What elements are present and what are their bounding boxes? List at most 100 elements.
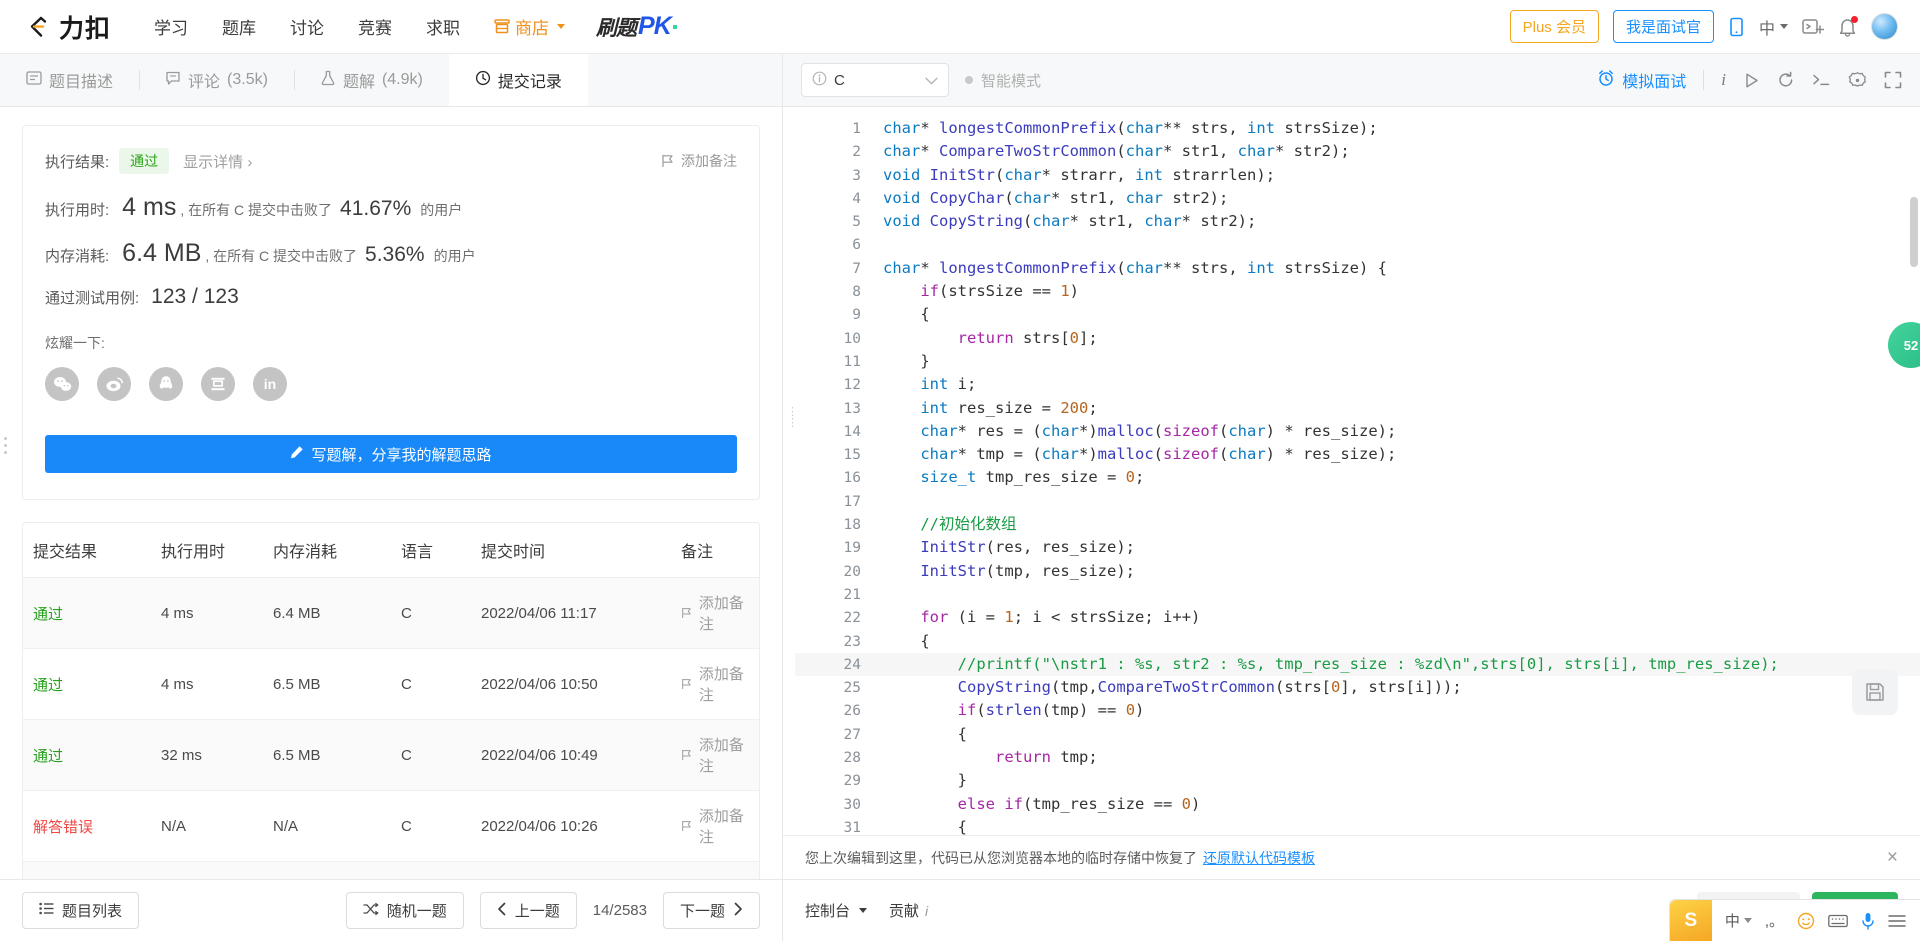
nav-item-discuss[interactable]: 讨论 xyxy=(273,8,341,45)
code-line[interactable]: 4 void CopyChar(char* str1, char str2); xyxy=(795,187,1920,210)
code-line[interactable]: 22 for (i = 1; i < strsSize; i++) xyxy=(795,606,1920,629)
brand-logo[interactable]: 力扣 xyxy=(22,9,111,45)
save-snippet-button[interactable] xyxy=(1852,669,1898,715)
pk-banner[interactable]: 刷题 PK xyxy=(596,12,677,42)
close-icon[interactable]: × xyxy=(1887,848,1898,867)
table-row[interactable]: 通过 4 ms 6.4 MB C 2022/04/06 11:17 添加备注 xyxy=(23,577,759,649)
cell-result[interactable]: 解答错误 xyxy=(23,790,151,862)
run-icon[interactable] xyxy=(1743,72,1760,89)
console-icon[interactable] xyxy=(1812,72,1831,88)
tab-solutions[interactable]: 题解 (4.9k) xyxy=(293,54,449,106)
douban-icon[interactable] xyxy=(201,367,235,401)
bell-icon[interactable] xyxy=(1838,15,1858,37)
code-line[interactable]: 3 void InitStr(char* strarr, int strarrle… xyxy=(795,164,1920,187)
nav-item-problems[interactable]: 题库 xyxy=(205,8,273,45)
mic-icon[interactable] xyxy=(1861,912,1875,930)
cell-note[interactable]: 添加备注 xyxy=(671,577,759,649)
code-line[interactable]: 7 char* longestCommonPrefix(char** strs, … xyxy=(795,257,1920,280)
mobile-icon[interactable] xyxy=(1728,17,1745,37)
code-line[interactable]: 23 { xyxy=(795,630,1920,653)
fullscreen-icon[interactable] xyxy=(1884,71,1902,89)
add-note-button[interactable]: 添加备注 xyxy=(681,805,749,847)
code-line[interactable]: 27 { xyxy=(795,723,1920,746)
smart-mode-toggle[interactable]: 智能模式 xyxy=(965,70,1041,91)
code-line[interactable]: 18 //初始化数组 xyxy=(795,513,1920,536)
code-content[interactable]: 1 char* longestCommonPrefix(char** strs, … xyxy=(795,107,1920,835)
code-line[interactable]: 29 } xyxy=(795,769,1920,792)
code-line[interactable]: 1 char* longestCommonPrefix(char** strs, … xyxy=(795,117,1920,140)
nav-item-shop[interactable]: 商店 xyxy=(477,8,582,45)
code-editor[interactable]: ⋮ ⋮ 1 char* longestCommonPrefix(char** str… xyxy=(783,107,1920,835)
keyboard-icon[interactable] xyxy=(1828,914,1848,928)
linkedin-icon[interactable]: in xyxy=(253,367,287,401)
interviewer-button[interactable]: 我是面试官 xyxy=(1612,10,1714,43)
random-problem-button[interactable]: 随机一题 xyxy=(345,892,464,929)
mock-interview-button[interactable]: 模拟面试 xyxy=(1597,68,1686,92)
nav-item-contest[interactable]: 竞赛 xyxy=(341,8,409,45)
cell-result[interactable]: 解答错误 xyxy=(23,861,151,879)
info-icon[interactable]: i xyxy=(1721,70,1726,90)
cell-note[interactable]: 添加备注 xyxy=(671,719,759,791)
smiley-icon[interactable] xyxy=(1797,912,1815,930)
next-problem-button[interactable]: 下一题 xyxy=(662,892,760,929)
code-line[interactable]: 8 if(strsSize == 1) xyxy=(795,280,1920,303)
language-select[interactable]: C xyxy=(801,63,949,97)
table-row[interactable]: 解答错误N/AN/AC2022/04/06 10:10添加备注 xyxy=(23,861,759,879)
code-line[interactable]: 25 CopyString(tmp,CompareTwoStrCommon(st… xyxy=(795,676,1920,699)
cell-result[interactable]: 通过 xyxy=(23,719,151,791)
show-detail-link[interactable]: 显示详情 › xyxy=(183,151,252,172)
table-row[interactable]: 解答错误 N/A N/A C 2022/04/06 10:26 添加备注 xyxy=(23,790,759,862)
code-line[interactable]: 11 } xyxy=(795,350,1920,373)
code-line[interactable]: 15 char* tmp = (char*)malloc(sizeof(char… xyxy=(795,443,1920,466)
status-accepted-link[interactable]: 通过 xyxy=(33,677,63,694)
cell-result[interactable]: 通过 xyxy=(23,648,151,720)
code-line[interactable]: 30 else if(tmp_res_size == 0) xyxy=(795,793,1920,816)
add-note-button[interactable]: 添加备注 xyxy=(681,876,749,879)
editor-scrollbar[interactable] xyxy=(1910,197,1918,267)
menu-icon[interactable] xyxy=(1888,914,1906,928)
table-row[interactable]: 通过 32 ms 6.5 MB C 2022/04/06 10:49 添加备注 xyxy=(23,719,759,791)
qq-icon[interactable] xyxy=(149,367,183,401)
problem-list-button[interactable]: 题目列表 xyxy=(22,892,140,929)
avatar[interactable] xyxy=(1871,13,1898,40)
code-line[interactable]: 9 { xyxy=(795,303,1920,326)
cell-result[interactable]: 通过 xyxy=(23,577,151,649)
code-line[interactable]: 19 InitStr(res, res_size); xyxy=(795,536,1920,559)
nav-item-study[interactable]: 学习 xyxy=(137,8,205,45)
code-line[interactable]: 10 return strs[0]; xyxy=(795,327,1920,350)
weibo-icon[interactable] xyxy=(97,367,131,401)
sogou-logo-icon[interactable]: S xyxy=(1669,899,1712,941)
code-line[interactable]: 13 int res_size = 200; xyxy=(795,397,1920,420)
code-line[interactable]: 20 InitStr(tmp, res_size); xyxy=(795,560,1920,583)
code-line[interactable]: 31 { xyxy=(795,816,1920,835)
playground-icon[interactable] xyxy=(1802,18,1824,36)
tab-submissions[interactable]: 提交记录 xyxy=(448,54,588,106)
code-line[interactable]: 21 xyxy=(795,583,1920,606)
ime-punctuation-icon[interactable]: ,。 xyxy=(1765,910,1784,931)
console-button[interactable]: 控制台 xyxy=(805,900,868,921)
code-line[interactable]: 16 size_t tmp_res_size = 0; xyxy=(795,466,1920,489)
status-accepted-link[interactable]: 通过 xyxy=(33,748,63,765)
code-scroll[interactable]: 1 char* longestCommonPrefix(char** strs, … xyxy=(795,107,1920,835)
nav-item-jobs[interactable]: 求职 xyxy=(409,8,477,45)
add-note-button[interactable]: 添加备注 xyxy=(681,663,749,705)
ime-language-toggle[interactable]: 中 xyxy=(1725,910,1752,931)
cell-note[interactable]: 添加备注 xyxy=(671,648,759,720)
reset-icon[interactable] xyxy=(1777,71,1795,89)
add-note-top-button[interactable]: 添加备注 xyxy=(661,151,737,171)
contribute-button[interactable]: 贡献 i xyxy=(889,900,928,921)
tab-description[interactable]: 题目描述 xyxy=(0,54,139,106)
code-line[interactable]: 12 int i; xyxy=(795,373,1920,396)
code-line[interactable]: 24 //printf("\nstr1 : %s, str2 : %s, tmp… xyxy=(795,652,1920,677)
plus-member-button[interactable]: Plus 会员 xyxy=(1509,10,1599,43)
code-line[interactable]: 17 xyxy=(795,490,1920,513)
add-note-button[interactable]: 添加备注 xyxy=(681,592,749,634)
prev-problem-button[interactable]: 上一题 xyxy=(479,892,577,929)
submissions-scroll-area[interactable]: 执行结果: 通过 显示详情 › 添加备注 执行用时: 4 ms , 在所有 C … xyxy=(0,107,782,879)
add-note-button[interactable]: 添加备注 xyxy=(681,734,749,776)
code-line[interactable]: 26 if(strlen(tmp) == 0) xyxy=(795,699,1920,722)
wechat-icon[interactable] xyxy=(45,367,79,401)
status-wrong-answer-link[interactable]: 解答错误 xyxy=(33,819,93,836)
restore-default-template-link[interactable]: 还原默认代码模板 xyxy=(1203,848,1315,868)
status-accepted-link[interactable]: 通过 xyxy=(33,606,63,623)
